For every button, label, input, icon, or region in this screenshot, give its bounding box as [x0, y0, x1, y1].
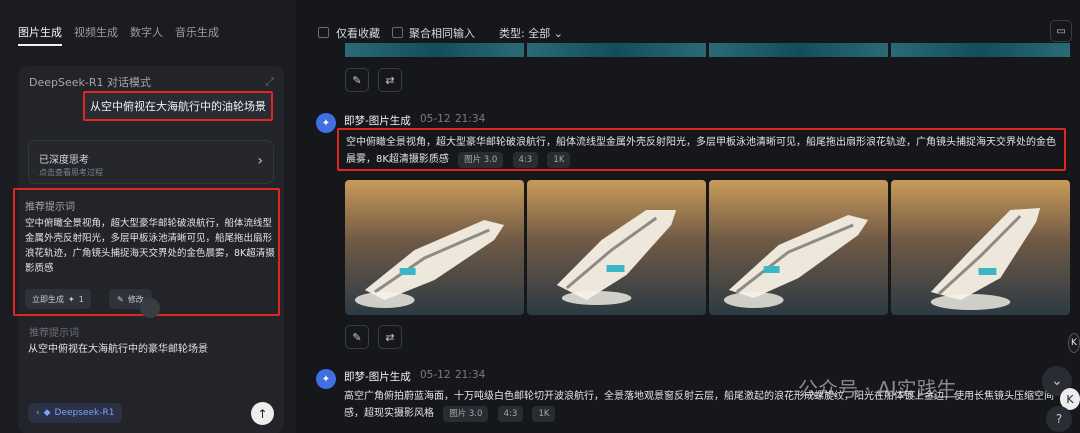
recommended-prompt-text: 空中俯瞰全景视角，超大型豪华邮轮破浪航行，船体流线型金属外壳反射阳光，多层甲板泳…	[25, 218, 275, 274]
remix-icon: ⇄	[385, 330, 395, 344]
generate-now-label: 立即生成	[32, 294, 64, 304]
help-icon: ?	[1055, 412, 1063, 426]
chevron-right-icon: ›	[257, 153, 263, 169]
generator-avatar: ✦	[316, 113, 336, 133]
watermark: 公众号 · AI实践生	[798, 377, 957, 401]
generated-image-grid	[345, 180, 1070, 315]
merge-label: 聚合相同输入	[409, 27, 475, 40]
model-selector[interactable]: ‹ ◆ Deepseek-R1	[28, 403, 123, 423]
generator-name: 即梦-图片生成	[344, 371, 411, 383]
chevron-down-icon: ⌄	[1051, 373, 1063, 389]
floating-logo-button[interactable]: K	[1068, 333, 1080, 353]
resolution-tag: 1K	[547, 152, 571, 168]
pencil-icon: ✎	[352, 330, 362, 344]
previous-image[interactable]	[891, 43, 1070, 57]
generation-date: 05-12	[420, 113, 451, 125]
user-message: 从空中俯视在大海航行中的油轮场景	[83, 91, 273, 121]
type-filter-label: 类型: 全部	[499, 27, 551, 40]
arrow-up-icon: ↑	[257, 406, 268, 421]
model-tag: 图片 3.0	[458, 152, 504, 168]
chat-card: DeepSeek-R1 对话模式 ⤢ 从空中俯视在大海航行中的油轮场景 已深度思…	[13, 66, 284, 433]
deep-think-panel[interactable]: 已深度思考 点击查看思考过程 ›	[28, 140, 274, 184]
previous-image[interactable]	[345, 43, 524, 57]
generator-avatar: ✦	[316, 369, 336, 389]
previous-image[interactable]	[709, 43, 888, 57]
type-filter-dropdown[interactable]: 类型: 全部 ⌄	[499, 25, 563, 41]
recommended-prompt-title: 推荐提示词	[25, 202, 75, 213]
tab-image-generation[interactable]: 图片生成	[18, 24, 62, 40]
active-tab-indicator	[18, 44, 62, 46]
edit-button[interactable]: ✎	[345, 325, 369, 349]
generated-image[interactable]	[709, 180, 888, 315]
generated-prompt-text: 空中俯瞰全景视角，超大型豪华邮轮破浪航行，船体流线型金属外壳反射阳光，多层甲板泳…	[346, 137, 1056, 165]
prompt-input[interactable]: 从空中俯视在大海航行中的豪华邮轮场景	[28, 340, 208, 355]
left-panel: 图片生成 视频生成 数字人 音乐生成 DeepSeek-R1 对话模式 ⤢ 从空…	[0, 0, 296, 433]
merge-checkbox[interactable]	[392, 27, 403, 38]
previous-image[interactable]	[527, 43, 706, 57]
ratio-tag: 4:3	[497, 406, 524, 422]
favorites-label: 仅看收藏	[336, 27, 380, 40]
tab-music-generation[interactable]: 音乐生成	[175, 24, 219, 40]
tab-digital-human[interactable]: 数字人	[130, 24, 163, 40]
send-button[interactable]: ↑	[251, 402, 274, 425]
partial-recommend-label: 推荐提示词	[29, 328, 79, 339]
generated-image[interactable]	[527, 180, 706, 315]
folder-icon: ▭	[1056, 25, 1066, 37]
drag-handle[interactable]	[140, 298, 160, 318]
remix-icon: ⇄	[385, 73, 395, 87]
expand-icon[interactable]: ⤢	[265, 75, 274, 89]
generated-image[interactable]	[345, 180, 524, 315]
model-label: Deepseek-R1	[54, 408, 115, 418]
remix-button[interactable]: ⇄	[378, 325, 402, 349]
chevron-down-icon: ⌄	[553, 27, 563, 40]
mode-tabs: 图片生成 视频生成 数字人 音乐生成	[18, 24, 219, 40]
whale-icon: ◆	[43, 408, 51, 418]
generation-date: 05-12	[420, 369, 451, 381]
generator-name: 即梦-图片生成	[344, 115, 411, 127]
folder-button[interactable]: ▭	[1050, 20, 1072, 42]
previous-images-strip	[345, 43, 1070, 57]
chat-mode-title: DeepSeek-R1 对话模式	[29, 76, 151, 89]
generated-prompt-box: 空中俯瞰全景视角，超大型豪华邮轮破浪航行，船体流线型金属外壳反射阳光，多层甲板泳…	[337, 128, 1066, 171]
deep-think-title: 已深度思考	[39, 155, 89, 166]
favorites-checkbox[interactable]	[318, 27, 329, 38]
chevron-left-icon: ‹	[36, 408, 40, 418]
recommended-prompt-box: 推荐提示词 空中俯瞰全景视角，超大型豪华邮轮破浪航行，船体流线型金属外壳反射阳光…	[13, 188, 280, 316]
generate-now-button[interactable]: 立即生成 ✦ 1	[25, 289, 91, 309]
deep-think-subtitle: 点击查看思考过程	[39, 168, 103, 177]
remix-button[interactable]: ⇄	[378, 68, 402, 92]
spark-icon: ✦	[68, 294, 75, 304]
pencil-icon: ✎	[117, 294, 124, 304]
pencil-icon: ✎	[352, 73, 362, 87]
tab-video-generation[interactable]: 视频生成	[74, 24, 118, 40]
resolution-tag: 1K	[532, 406, 556, 422]
model-tag: 图片 3.0	[443, 406, 489, 422]
generation-time: 21:34	[455, 369, 486, 381]
help-button[interactable]: ?	[1046, 406, 1072, 432]
generated-prompt: 空中俯瞰全景视角，超大型豪华邮轮破浪航行，船体流线型金属外壳反射阳光，多层甲板泳…	[346, 134, 1061, 168]
generation-time: 21:34	[455, 113, 486, 125]
edit-button[interactable]: ✎	[345, 68, 369, 92]
ratio-tag: 4:3	[512, 152, 539, 168]
generate-count: 1	[78, 294, 84, 304]
generated-image[interactable]	[891, 180, 1070, 315]
